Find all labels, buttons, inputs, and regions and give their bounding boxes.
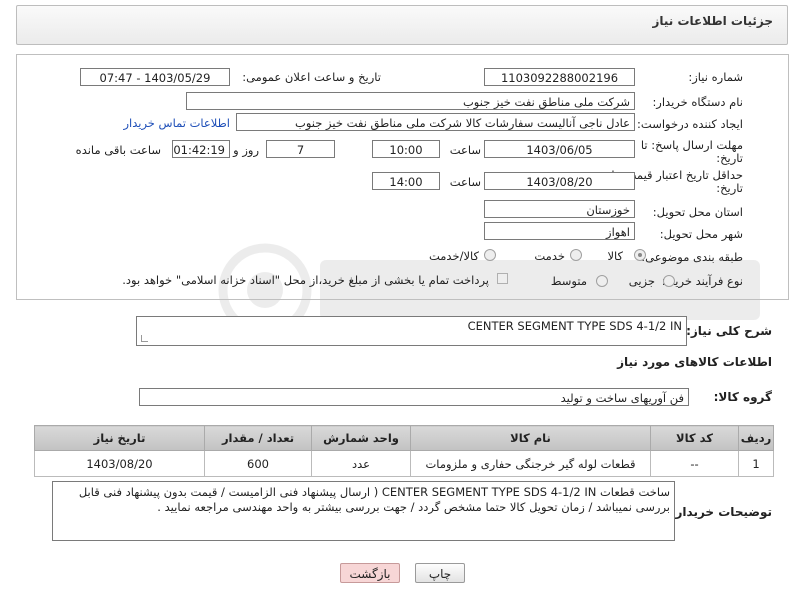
col-code: کد کالا	[650, 425, 739, 451]
validity-label-date: تاریخ:	[716, 181, 743, 195]
back-button[interactable]: بازگشت	[340, 563, 400, 583]
resize-grip-icon[interactable]	[141, 335, 148, 342]
remaining-label: ساعت باقی مانده	[75, 143, 161, 157]
category-both-label: کالا/خدمت	[428, 249, 479, 263]
requester-field[interactable]: عادل ناجی آنالیست سفارشات کالا شرکت ملی …	[236, 113, 635, 131]
cell-code: --	[650, 450, 739, 477]
general-desc-field[interactable]: CENTER SEGMENT TYPE SDS 4-1/2 IN	[136, 316, 687, 346]
payment-note: پرداخت تمام یا بخشی از مبلغ خرید،از محل …	[122, 273, 489, 287]
category-service-radio[interactable]	[570, 249, 582, 261]
payment-checkbox[interactable]	[497, 273, 508, 284]
goods-info-title: اطلاعات کالاهای مورد نیاز	[617, 355, 772, 369]
deadline-time-field[interactable]: 10:00	[372, 140, 440, 158]
process-partial-radio[interactable]	[663, 275, 675, 287]
col-quantity: تعداد / مقدار	[204, 425, 312, 451]
city-field[interactable]: اهواز	[484, 222, 635, 240]
buyer-notes-field[interactable]: ساخت قطعات CENTER SEGMENT TYPE SDS 4-1/2…	[52, 481, 675, 541]
col-unit: واحد شمارش	[311, 425, 411, 451]
col-name: نام کالا	[410, 425, 651, 451]
cell-row: 1	[738, 450, 774, 477]
deadline-label: مهلت ارسال پاسخ: تا	[640, 138, 743, 152]
buyer-contact-link[interactable]: اطلاعات تماس خریدار	[123, 116, 230, 130]
days-field[interactable]: 7	[266, 140, 335, 158]
need-number-field[interactable]: 1103092288002196	[484, 68, 635, 86]
general-desc-label: شرح کلی نیاز:	[686, 324, 772, 338]
category-goods-label: کالا	[607, 249, 623, 263]
buyer-org-field[interactable]: شرکت ملی مناطق نفت خیز جنوب	[186, 92, 635, 110]
table-row[interactable]: 1 -- قطعات لوله گیر خرجنگی حفاری و ملزوم…	[34, 450, 774, 477]
cell-name: قطعات لوله گیر خرجنگی حفاری و ملزومات	[410, 450, 651, 477]
cell-need-date: 1403/08/20	[34, 450, 205, 477]
remaining-time-field[interactable]: 01:42:19	[172, 140, 230, 158]
general-desc-text: CENTER SEGMENT TYPE SDS 4-1/2 IN	[467, 319, 682, 333]
buyer-notes-line2: بررسی نمیباشد / زمان تحویل کالا حتما مشخ…	[157, 500, 670, 514]
goods-group-label: گروه کالا:	[713, 390, 772, 404]
deadline-date-field[interactable]: 1403/06/05	[484, 140, 635, 158]
col-need-date: تاریخ نیاز	[34, 425, 205, 451]
need-number-label: شماره نیاز:	[688, 70, 743, 84]
category-both-radio[interactable]	[484, 249, 496, 261]
cell-unit: عدد	[311, 450, 411, 477]
process-partial-label: جزیی	[628, 274, 655, 288]
col-row: ردیف	[738, 425, 774, 451]
process-medium-radio[interactable]	[596, 275, 608, 287]
deadline-time-label: ساعت	[449, 143, 481, 157]
print-button[interactable]: چاپ	[415, 563, 465, 583]
deadline-label-date: تاریخ:	[716, 151, 743, 165]
buyer-org-label: نام دستگاه خریدار:	[652, 95, 743, 109]
goods-table: ردیف کد کالا نام کالا واحد شمارش تعداد /…	[34, 425, 774, 477]
category-label: طبقه بندی موضوعی:	[641, 250, 743, 264]
page-title: جزئیات اطلاعات نیاز	[652, 14, 773, 28]
validity-time-field[interactable]: 14:00	[372, 172, 440, 190]
city-label: شهر محل تحویل:	[659, 227, 743, 241]
validity-date-field[interactable]: 1403/08/20	[484, 172, 635, 190]
validity-time-label: ساعت	[449, 175, 481, 189]
category-service-label: خدمت	[534, 249, 565, 263]
buyer-notes-line1: ساخت قطعات CENTER SEGMENT TYPE SDS 4-1/2…	[78, 485, 670, 499]
category-goods-radio[interactable]	[634, 249, 646, 261]
province-field[interactable]: خوزستان	[484, 200, 635, 218]
province-label: استان محل تحویل:	[652, 205, 743, 219]
buyer-notes-label: توضیحات خریدار:	[670, 505, 772, 519]
requester-label: ایجاد کننده درخواست:	[637, 117, 743, 131]
days-label: روز و	[233, 143, 259, 157]
cell-quantity: 600	[204, 450, 312, 477]
goods-group-field[interactable]: فن آوریهای ساخت و تولید	[139, 388, 689, 406]
announce-label: تاریخ و ساعت اعلان عمومی:	[242, 70, 381, 84]
process-medium-label: متوسط	[550, 274, 587, 288]
announce-field[interactable]: 1403/05/29 - 07:47	[80, 68, 230, 86]
table-header-row: ردیف کد کالا نام کالا واحد شمارش تعداد /…	[34, 425, 774, 451]
